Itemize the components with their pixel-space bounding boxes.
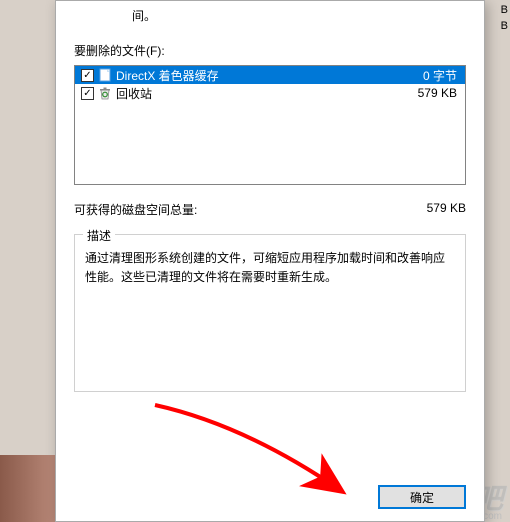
partial-background-text: B B bbox=[501, 2, 508, 34]
total-space-label: 可获得的磁盘空间总量: bbox=[74, 201, 197, 218]
description-label: 描述 bbox=[83, 227, 115, 244]
total-space-value: 579 KB bbox=[427, 201, 466, 218]
file-name: 回收站 bbox=[116, 85, 399, 102]
dialog-button-area: 确定 bbox=[378, 485, 466, 509]
description-groupbox: 描述 通过清理图形系统创建的文件，可缩短应用程序加载时间和改善响应性能。这些已清… bbox=[74, 234, 466, 392]
description-text: 通过清理图形系统创建的文件，可缩短应用程序加载时间和改善响应性能。这些已清理的文… bbox=[85, 249, 455, 287]
file-row-directx[interactable]: ✓ DirectX 着色器缓存 0 字节 bbox=[75, 66, 465, 84]
file-size: 0 字节 bbox=[399, 67, 459, 84]
partial-description-text: 间。 bbox=[74, 1, 466, 28]
file-row-recycle[interactable]: ✓ 回收站 579 KB bbox=[75, 84, 465, 102]
total-space-row: 可获得的磁盘空间总量: 579 KB bbox=[74, 185, 466, 228]
ok-button[interactable]: 确定 bbox=[378, 485, 466, 509]
background-strip bbox=[0, 455, 55, 522]
file-list[interactable]: ✓ DirectX 着色器缓存 0 字节 ✓ 回收站 579 KB bbox=[74, 65, 466, 185]
file-icon bbox=[98, 68, 112, 82]
disk-cleanup-dialog: 间。 要删除的文件(F): ✓ DirectX 着色器缓存 0 字节 ✓ 回收站… bbox=[55, 0, 485, 522]
file-name: DirectX 着色器缓存 bbox=[116, 67, 399, 84]
recycle-bin-icon bbox=[98, 86, 112, 100]
checkbox-directx[interactable]: ✓ bbox=[81, 69, 94, 82]
files-to-delete-label: 要删除的文件(F): bbox=[74, 28, 466, 65]
checkbox-recycle[interactable]: ✓ bbox=[81, 87, 94, 100]
file-size: 579 KB bbox=[399, 86, 459, 100]
